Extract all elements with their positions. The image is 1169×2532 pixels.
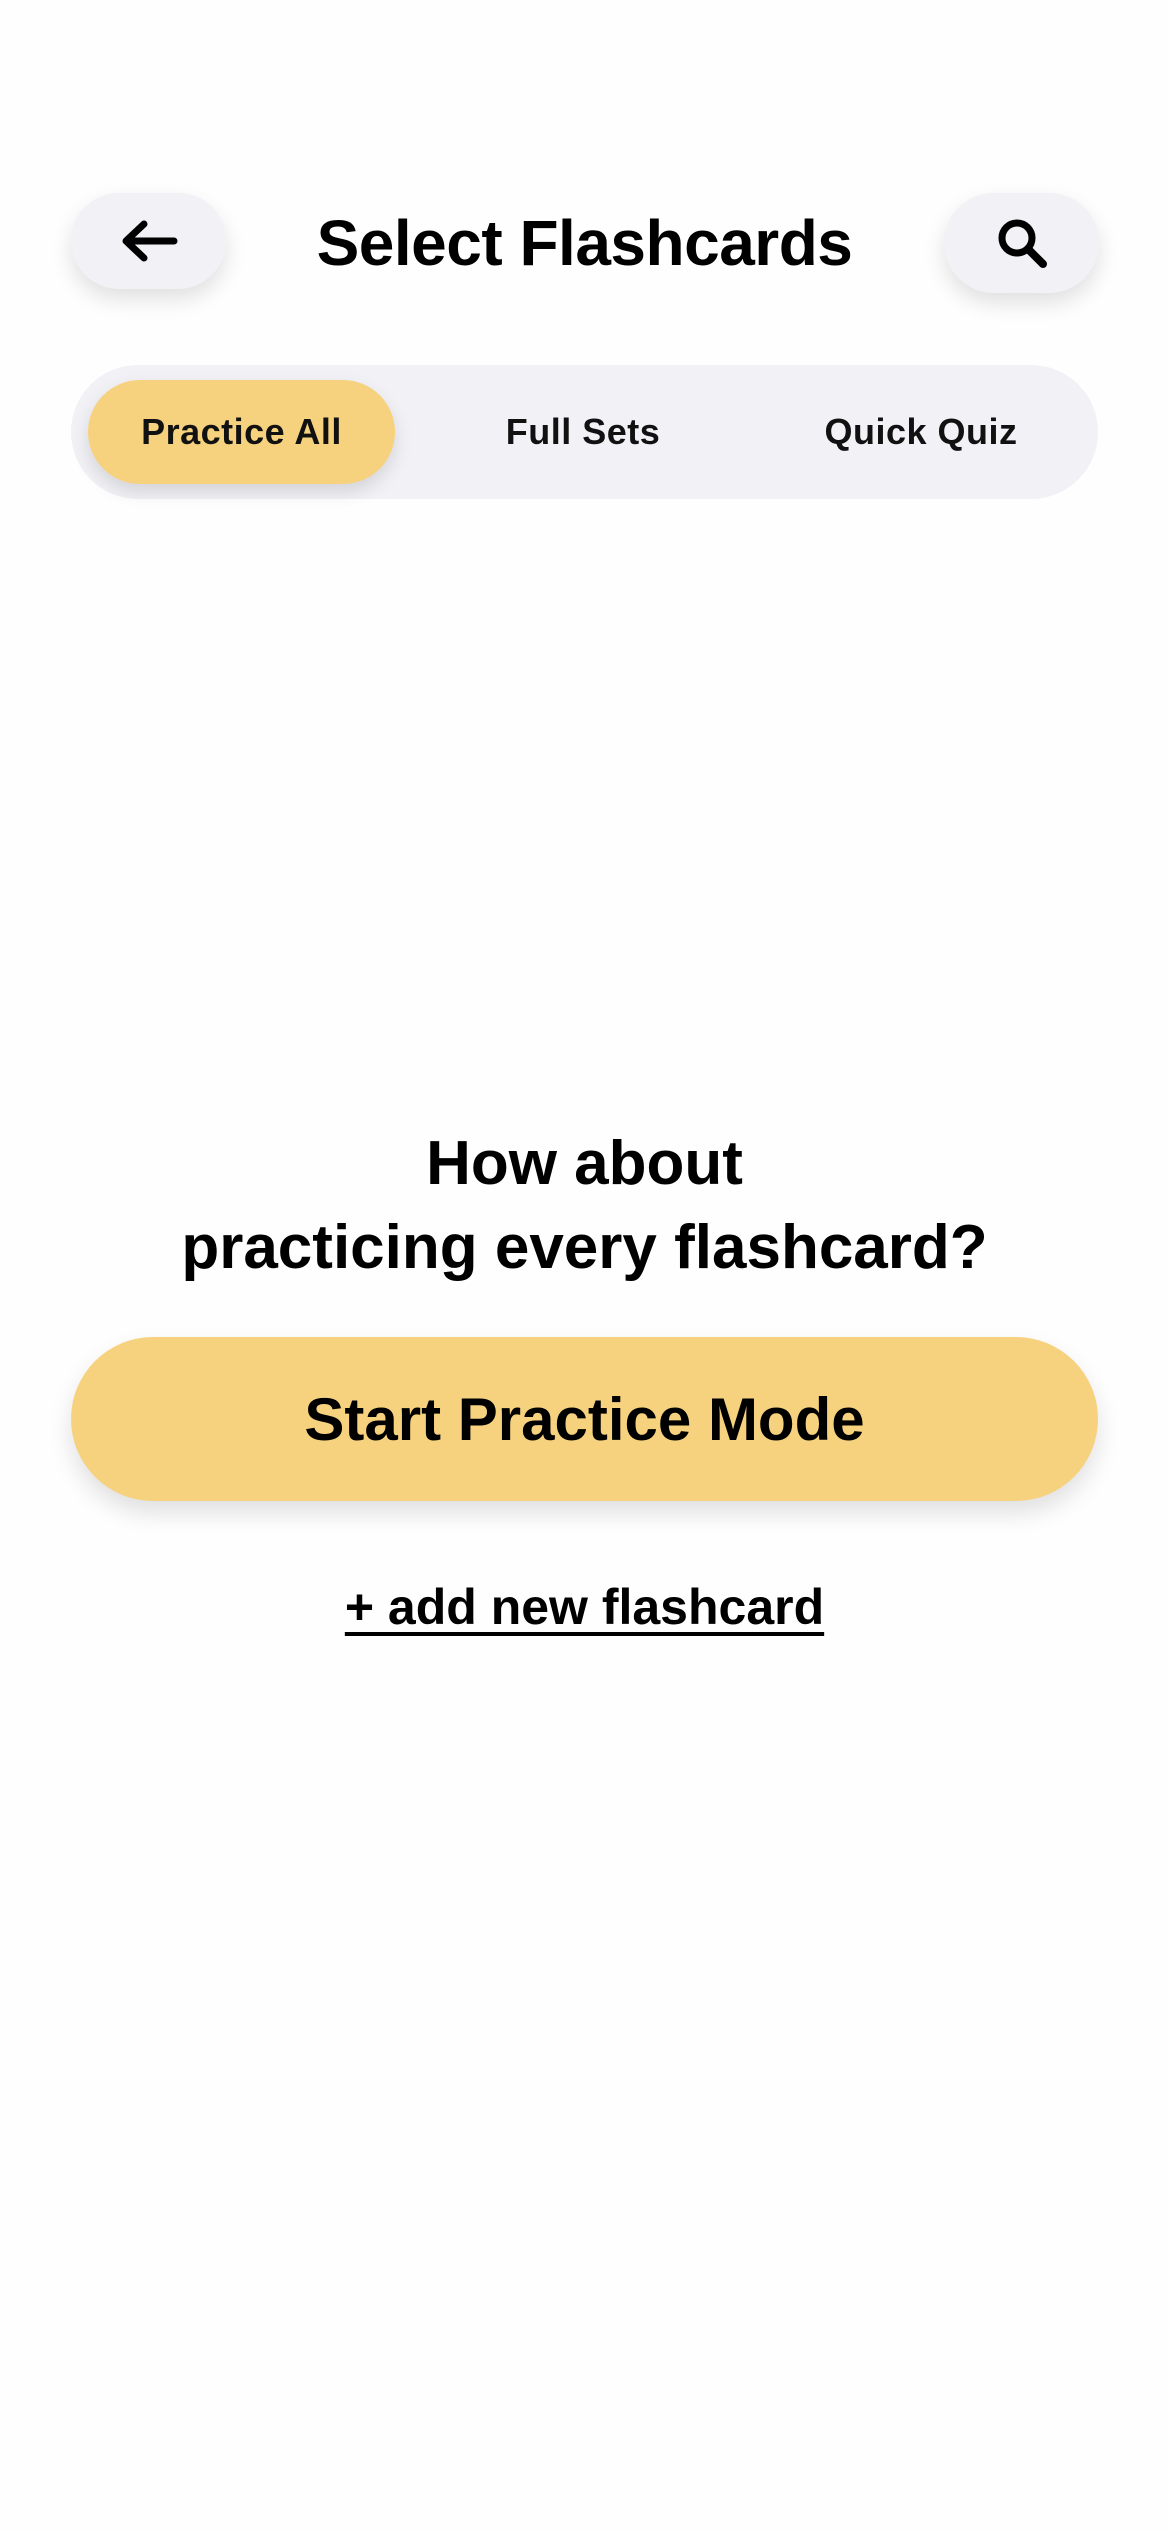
tab-quick-quiz[interactable]: Quick Quiz <box>761 380 1081 484</box>
start-practice-button[interactable]: Start Practice Mode <box>71 1337 1098 1501</box>
search-button[interactable] <box>944 193 1099 293</box>
add-flashcard-link[interactable]: + add new flashcard <box>0 1578 1169 1636</box>
prompt-line-2: practicing every flashcard? <box>181 1213 988 1282</box>
search-icon <box>998 219 1047 268</box>
mode-tabs: Practice All Full Sets Quick Quiz <box>71 365 1098 499</box>
tab-full-sets[interactable]: Full Sets <box>423 380 743 484</box>
tab-practice-all[interactable]: Practice All <box>88 380 395 484</box>
empty-state-prompt: How about practicing every flashcard? <box>0 1122 1169 1290</box>
prompt-line-1: How about <box>426 1129 743 1198</box>
screen: Select Flashcards Practice All Full Sets… <box>0 0 1169 2532</box>
